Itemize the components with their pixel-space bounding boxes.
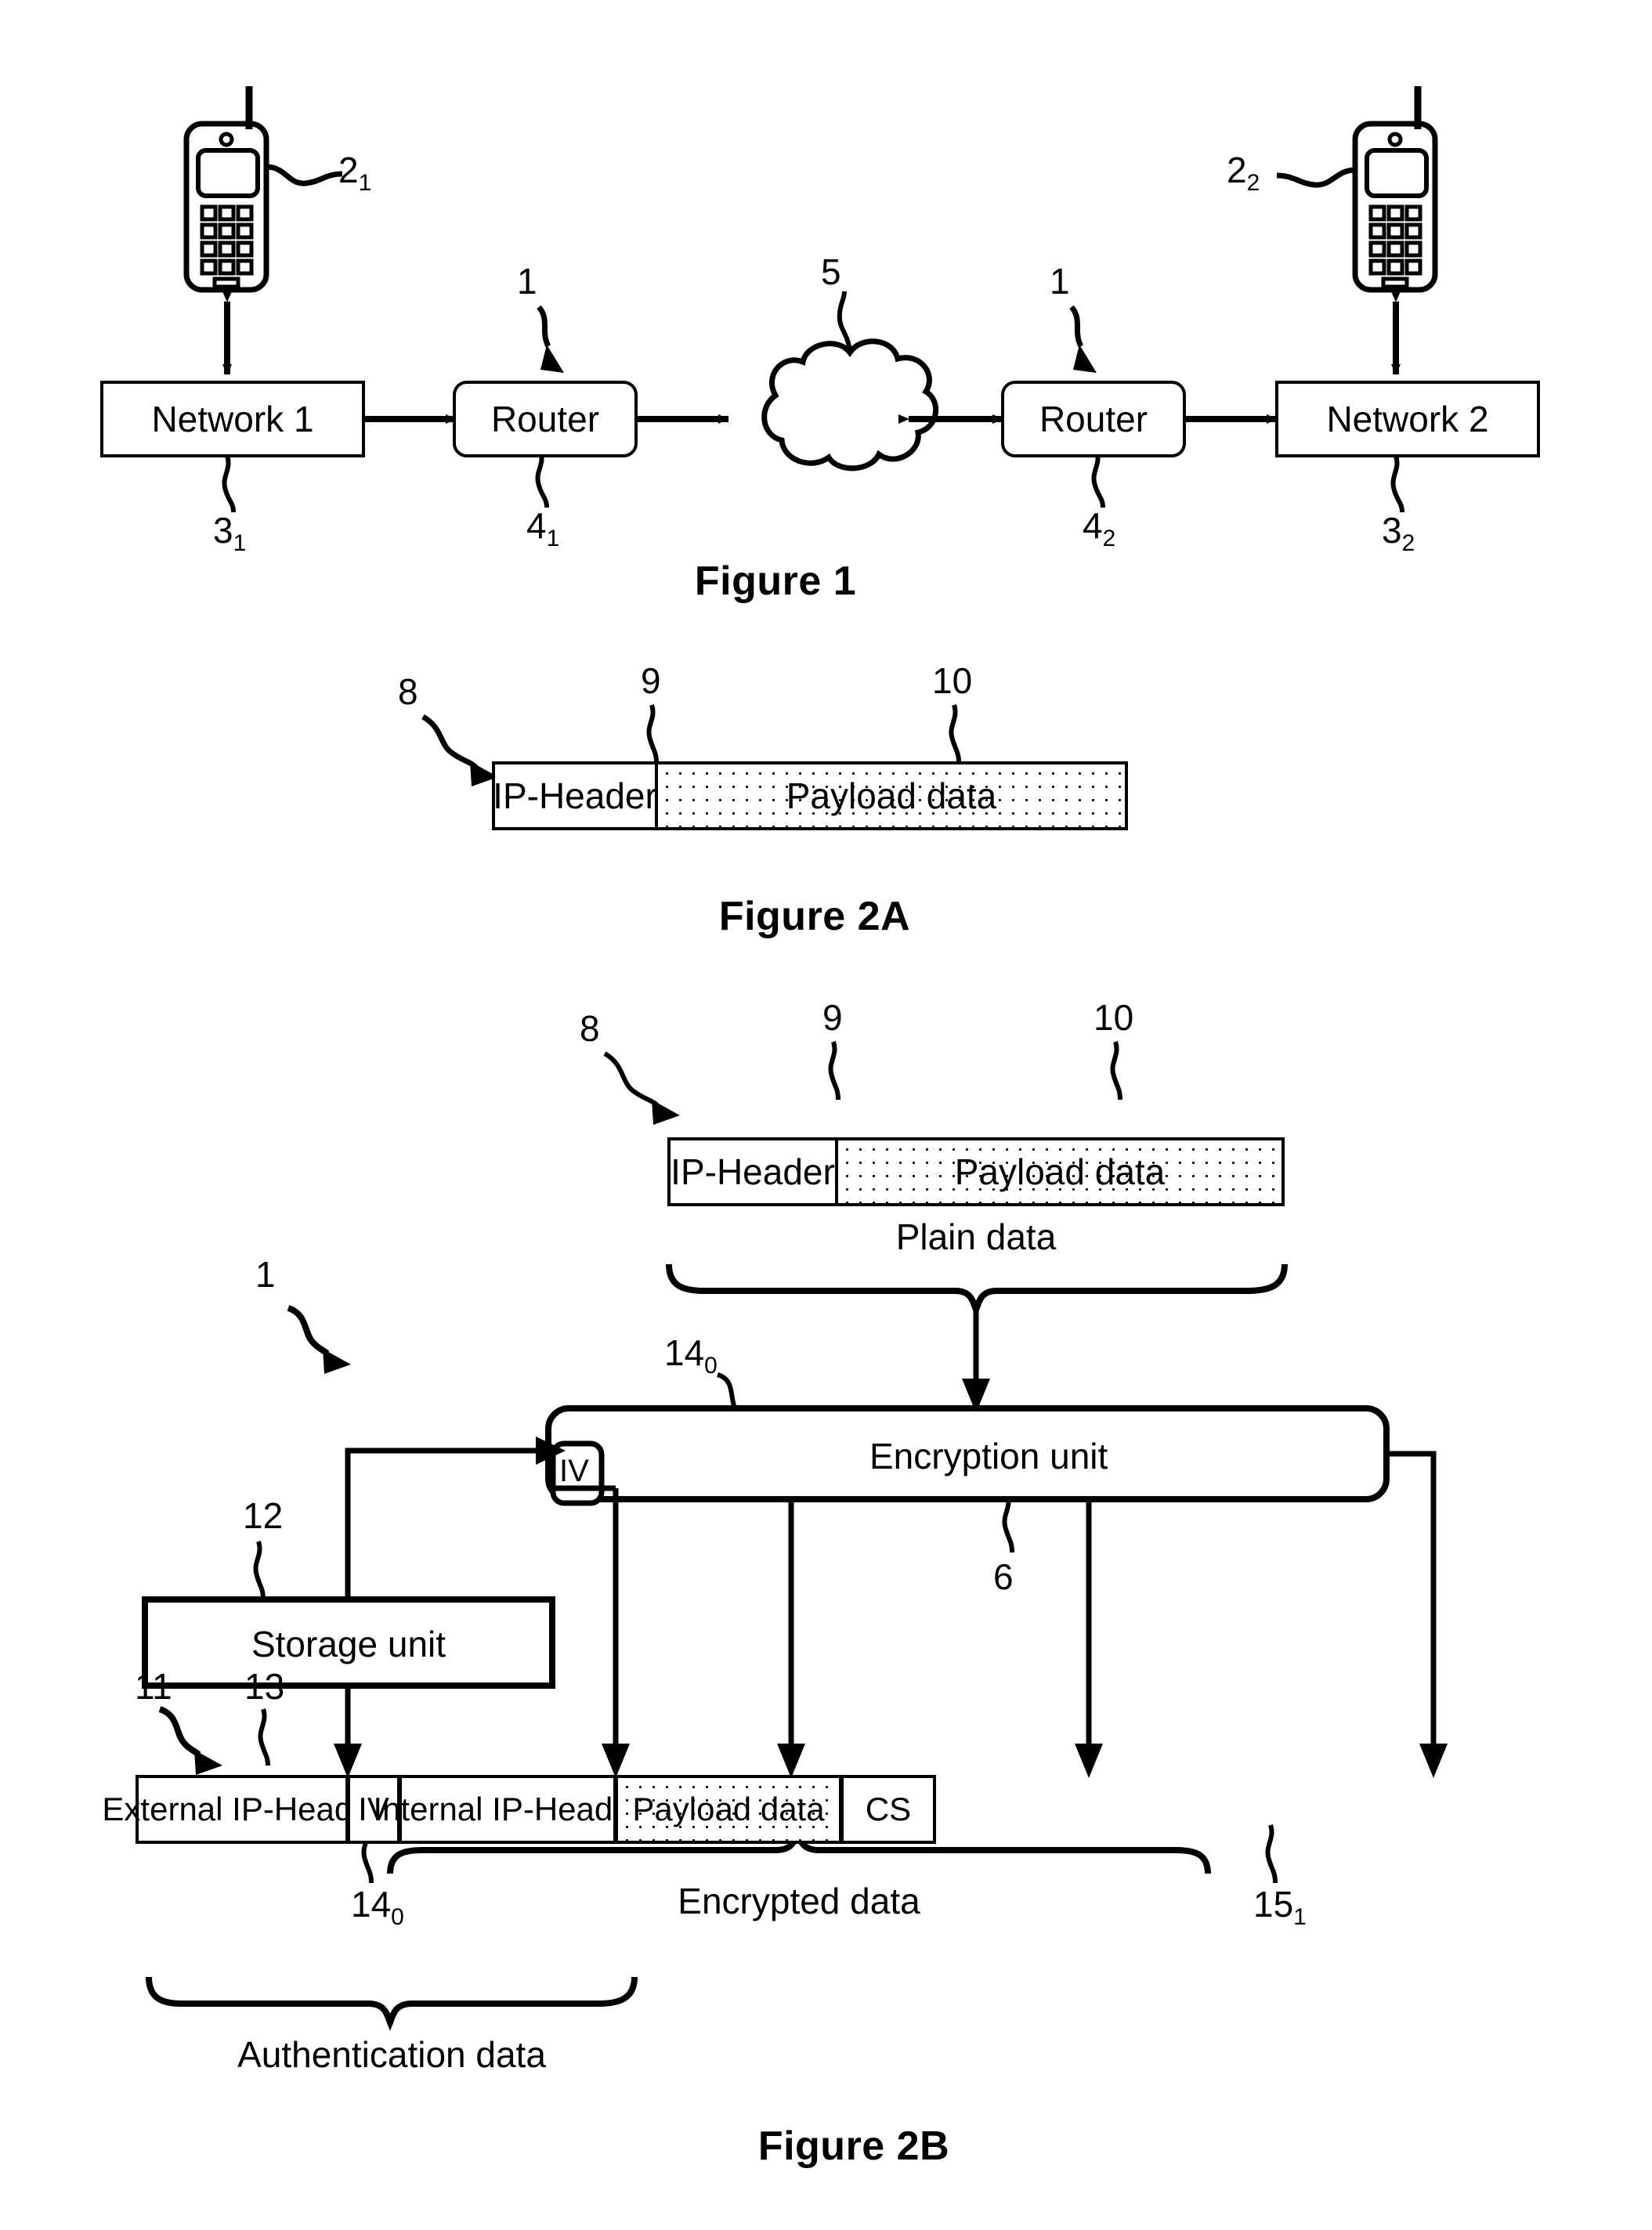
ref-label-2b-9: 9	[822, 997, 843, 1038]
fig2b-output-cell-internal-ip-header: Internal IP-Header	[373, 1775, 642, 1844]
fig2b-input-cell-ip-header: IP-Header	[667, 1137, 838, 1206]
ref-sub: 1	[546, 526, 560, 552]
ref-num: 2	[1227, 150, 1247, 190]
ref-label-4-2: 42	[1083, 504, 1115, 552]
ref-label-2a-9: 9	[641, 660, 661, 701]
fig2a-cell-payload-data: Payload data	[655, 761, 1128, 830]
internal-ip-header-label: Internal IP-Header	[373, 1791, 642, 1827]
encrypted-data-caption: Encrypted data	[678, 1881, 920, 1921]
ref-sub: 0	[704, 1353, 718, 1379]
fig2a-ip-header-label: IP-Header	[493, 775, 657, 816]
fig2b-input-payload-data-label: Payload data	[954, 1151, 1166, 1192]
ref-label-cloud-5: 5	[821, 251, 841, 292]
ref-num: 3	[213, 510, 233, 551]
ref-label-iv-register-14-0: 140	[664, 1332, 718, 1379]
ref-label-3-1: 31	[213, 509, 246, 557]
ref-sub: 1	[233, 530, 247, 557]
external-ip-header-label: External IP-Header	[102, 1791, 382, 1827]
patent-drawing-sheet: Network 1 Router Router Network 2 21 22 …	[0, 0, 1652, 2230]
ref-label-encryption-unit-6: 6	[993, 1556, 1014, 1597]
ref-sub: 0	[391, 1904, 404, 1931]
ref-label-output-packet-11: 11	[135, 1666, 172, 1707]
network-1-box: Network 1	[100, 381, 365, 457]
iv-register-label: IV	[559, 1454, 589, 1488]
ref-label-external-ip-header-13: 13	[244, 1666, 285, 1707]
fig2b-input-cell-payload-data: Payload data	[835, 1137, 1285, 1206]
ref-num: 3	[1382, 510, 1402, 551]
router-right-label: Router	[1039, 399, 1148, 439]
encryption-unit-label: Encryption unit	[869, 1436, 1108, 1476]
ref-label-4-1: 41	[526, 504, 559, 552]
ref-sub: 2	[1102, 526, 1116, 552]
ref-label-2-1: 21	[338, 149, 371, 197]
fig2a-payload-data-label: Payload data	[786, 775, 997, 816]
ref-num: 4	[526, 505, 547, 546]
router-left-label: Router	[490, 399, 600, 439]
network-2-label: Network 2	[1326, 399, 1489, 439]
ref-label-2b-10: 10	[1094, 997, 1134, 1038]
fig2b-input-ip-header-label: IP-Header	[671, 1151, 835, 1192]
output-payload-data-label: Payload data	[632, 1791, 825, 1827]
fig2b-output-cell-external-ip-header: External IP-Header	[102, 1775, 382, 1844]
ref-label-cs-15-1: 151	[1253, 1883, 1307, 1931]
ref-num: 2	[338, 150, 359, 190]
figure-2b-title: Figure 2B	[757, 2123, 950, 2169]
ref-num: 15	[1253, 1884, 1294, 1925]
ref-label-2a-10: 10	[932, 660, 973, 701]
figure-2a-title: Figure 2A	[718, 894, 911, 939]
storage-unit-label: Storage unit	[251, 1624, 446, 1664]
network-2-box: Network 2	[1275, 381, 1540, 457]
router-right-box: Router	[1001, 381, 1186, 457]
ref-label-2-2: 22	[1227, 149, 1260, 197]
figure-1-title: Figure 1	[694, 558, 857, 604]
ref-label-output-iv-14-0: 140	[351, 1883, 404, 1931]
ref-sub: 2	[1246, 170, 1260, 197]
ref-label-2b-8: 8	[580, 1008, 600, 1049]
ref-label-router-right-1: 1	[1050, 261, 1070, 302]
ref-sub: 1	[1293, 1904, 1307, 1931]
fig2b-output-cell-payload-data: Payload data	[615, 1775, 842, 1844]
fig2a-cell-ip-header: IP-Header	[492, 761, 658, 830]
fig2b-output-cell-cs: CS	[840, 1775, 936, 1844]
ref-sub: 1	[358, 170, 372, 197]
ref-num: 14	[351, 1884, 392, 1925]
ref-num: 14	[664, 1332, 705, 1373]
ref-sub: 2	[1401, 530, 1415, 557]
ref-label-3-2: 32	[1382, 509, 1415, 557]
ref-label-2b-device-1: 1	[255, 1254, 276, 1295]
ref-label-2a-8: 8	[398, 671, 418, 712]
ref-label-router-left-1: 1	[517, 261, 537, 302]
router-left-box: Router	[453, 381, 638, 457]
cs-cell-label: CS	[865, 1791, 912, 1827]
plain-data-caption: Plain data	[895, 1216, 1057, 1257]
ref-label-storage-unit-12: 12	[243, 1495, 284, 1536]
network-1-label: Network 1	[151, 399, 314, 439]
authentication-data-caption: Authentication data	[237, 2034, 546, 2075]
ref-num: 4	[1083, 505, 1103, 546]
